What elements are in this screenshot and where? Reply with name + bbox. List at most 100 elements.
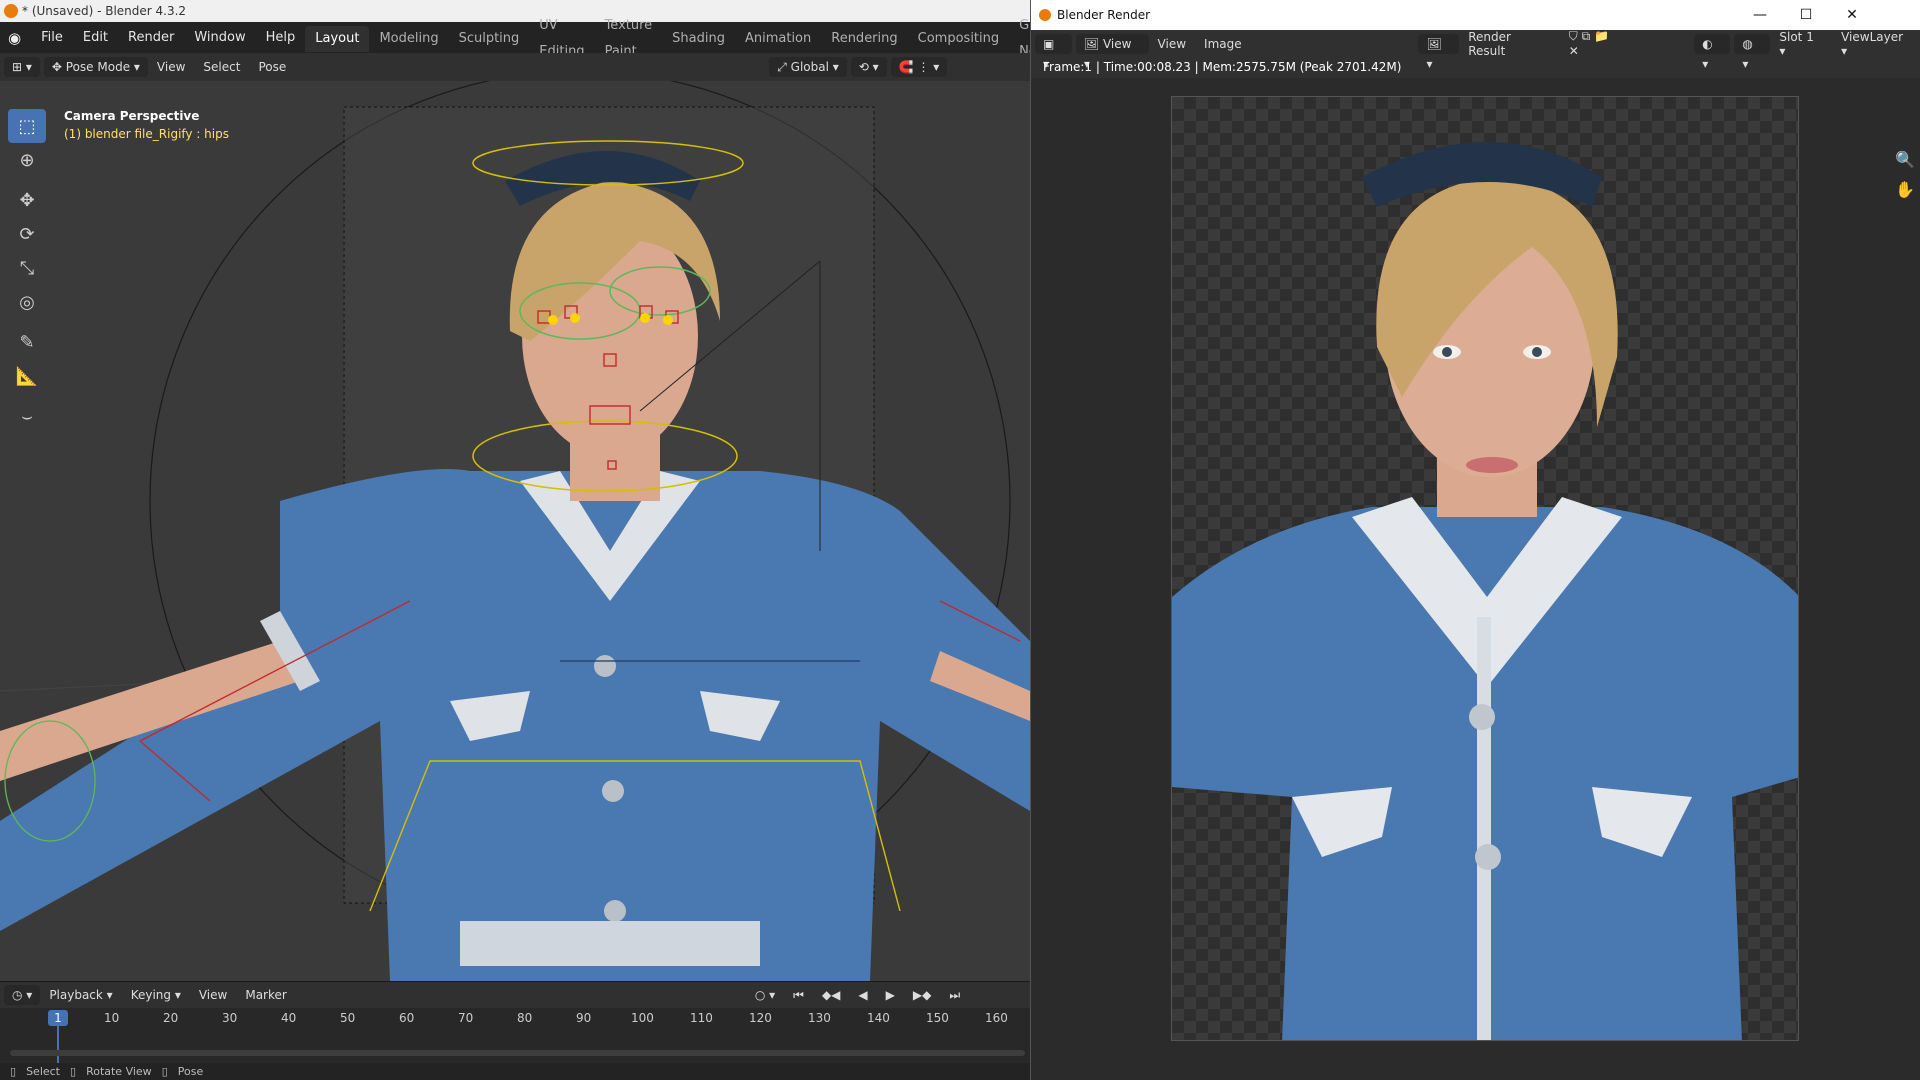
view-mode-selector[interactable]: 🖼 View ▾ bbox=[1075, 33, 1149, 71]
prev-keyframe-icon[interactable]: ◆◀ bbox=[813, 988, 849, 1002]
timeline-tick: 150 bbox=[926, 1011, 949, 1025]
measure-icon[interactable]: 📐 bbox=[8, 359, 46, 393]
gizmo-icon[interactable]: ◍ ▾ bbox=[1734, 33, 1771, 71]
menu-window[interactable]: Window bbox=[184, 22, 255, 53]
current-frame-indicator[interactable]: 1 bbox=[48, 1010, 68, 1026]
play-reverse-icon[interactable]: ◀ bbox=[849, 988, 876, 1002]
relax-icon[interactable]: ⌣ bbox=[8, 399, 46, 433]
tab-compositing[interactable]: Compositing bbox=[908, 26, 1010, 52]
image-editor-header: ▣ ▾ 🖼 View ▾ View Image 🖼 ▾ Render Resul… bbox=[1031, 29, 1920, 71]
fake-user-icon[interactable]: ⛉ ⧉ 📁 ✕ bbox=[1560, 29, 1631, 58]
timeline-tick: 70 bbox=[458, 1011, 474, 1025]
timeline-tick: 50 bbox=[340, 1011, 356, 1025]
image-browse-icon[interactable]: 🖼 ▾ bbox=[1418, 33, 1460, 71]
timeline-tick: 100 bbox=[631, 1011, 654, 1025]
blender-main-window: * (Unsaved) - Blender 4.3.2 ◉ File Edit … bbox=[0, 0, 1084, 1080]
slot-label: Slot 1 bbox=[1779, 29, 1814, 44]
tab-shading[interactable]: Shading bbox=[662, 26, 735, 52]
view-mode-label: View bbox=[1102, 36, 1132, 51]
3d-viewport[interactable]: Camera Perspective (1) blender file_Rigi… bbox=[0, 81, 1030, 981]
menu-render[interactable]: Render bbox=[118, 22, 184, 53]
main-title-bar: * (Unsaved) - Blender 4.3.2 bbox=[0, 0, 1030, 22]
orientation-selector[interactable]: ⤢ Global ▾ bbox=[769, 57, 847, 77]
status-mouse-left-icon: ▯ bbox=[10, 1065, 17, 1078]
view-layer-selector[interactable]: ViewLayer ▾ bbox=[1832, 30, 1920, 58]
cursor-icon[interactable]: ⊕ bbox=[8, 143, 46, 177]
viewport-menu-select[interactable]: Select bbox=[194, 60, 249, 74]
timeline-menu-playback[interactable]: Playback ▾ bbox=[40, 988, 121, 1002]
next-keyframe-icon[interactable]: ▶◆ bbox=[904, 988, 940, 1002]
timeline-tick: 10 bbox=[104, 1011, 120, 1025]
main-window-title: * (Unsaved) - Blender 4.3.2 bbox=[22, 4, 187, 18]
timeline-tick: 60 bbox=[399, 1011, 415, 1025]
timeline-tick: 120 bbox=[749, 1011, 772, 1025]
viewport-header: ⊞ ▾ ✥ Pose Mode ▾ View Select Pose ⤢ Glo… bbox=[0, 53, 1030, 81]
mode-selector[interactable]: ✥ Pose Mode ▾ bbox=[43, 57, 148, 77]
viewport-scene bbox=[0, 81, 1030, 981]
timeline-menu-keying[interactable]: Keying ▾ bbox=[122, 988, 190, 1002]
menu-file[interactable]: File bbox=[31, 22, 73, 53]
image-name-field[interactable]: Render Result bbox=[1459, 30, 1560, 58]
move-icon[interactable]: ✥ bbox=[8, 183, 46, 217]
render-window: Blender Render — ☐ ✕ ▣ ▾ 🖼 View ▾ View I… bbox=[1030, 0, 1920, 1080]
zoom-icon[interactable]: 🔍 bbox=[1895, 150, 1915, 180]
timeline-scrollbar[interactable] bbox=[10, 1050, 1025, 1056]
render-image-figure bbox=[1172, 142, 1798, 1040]
scale-icon[interactable]: ⤡ bbox=[8, 251, 46, 285]
close-icon[interactable]: ✕ bbox=[1829, 0, 1875, 30]
active-object-label: (1) blender file_Rigify : hips bbox=[64, 127, 229, 141]
timeline-tick: 40 bbox=[281, 1011, 297, 1025]
viewport-menu-view[interactable]: View bbox=[148, 60, 194, 74]
tab-sculpting[interactable]: Sculpting bbox=[449, 26, 530, 52]
render-window-title: Blender Render bbox=[1057, 8, 1151, 22]
editor-type-button[interactable]: ⊞ ▾ bbox=[4, 57, 40, 77]
playhead-line bbox=[57, 1026, 59, 1063]
menu-edit[interactable]: Edit bbox=[73, 22, 118, 53]
jump-start-icon[interactable]: ⏮ bbox=[784, 988, 813, 1003]
render-image-area[interactable]: 🔍 ✋ bbox=[1031, 78, 1920, 1080]
slot-selector[interactable]: Slot 1 ▾ bbox=[1770, 30, 1832, 58]
timeline-menu-view[interactable]: View bbox=[190, 988, 236, 1002]
tab-animation[interactable]: Animation bbox=[735, 26, 821, 52]
pan-hand-icon[interactable]: ✋ bbox=[1895, 180, 1915, 210]
maximize-icon[interactable]: ☐ bbox=[1783, 0, 1829, 30]
timeline-menu-marker[interactable]: Marker bbox=[236, 988, 295, 1002]
jump-end-icon[interactable]: ⏭ bbox=[940, 988, 969, 1003]
viewport-menu-pose[interactable]: Pose bbox=[249, 60, 295, 74]
timeline-tick: 160 bbox=[985, 1011, 1008, 1025]
transform-icon[interactable]: ◎ bbox=[8, 285, 46, 319]
tab-layout[interactable]: Layout bbox=[305, 26, 370, 52]
render-title-bar: Blender Render — ☐ ✕ bbox=[1031, 0, 1920, 30]
timeline-tick: 20 bbox=[163, 1011, 179, 1025]
image-editor-type-icon[interactable]: ▣ ▾ bbox=[1035, 33, 1072, 71]
rotate-icon[interactable]: ⟳ bbox=[8, 217, 46, 251]
tab-modeling[interactable]: Modeling bbox=[369, 26, 448, 52]
timeline-editor-icon[interactable]: ◷ ▾ bbox=[4, 985, 41, 1005]
blender-logo-icon bbox=[4, 4, 18, 18]
status-select: Select bbox=[26, 1065, 60, 1078]
timeline-tick: 80 bbox=[517, 1011, 533, 1025]
image-menu-image[interactable]: Image bbox=[1195, 37, 1251, 51]
timeline[interactable]: 1 10 20 30 40 50 60 70 80 90 100 110 120… bbox=[0, 1008, 1030, 1063]
image-menu-view[interactable]: View bbox=[1149, 37, 1195, 51]
record-icon[interactable]: ○ ▾ bbox=[746, 988, 784, 1002]
minimize-icon[interactable]: — bbox=[1737, 0, 1783, 30]
play-icon[interactable]: ▶ bbox=[877, 988, 904, 1002]
timeline-tick: 130 bbox=[808, 1011, 831, 1025]
blender-menu-icon[interactable]: ◉ bbox=[8, 28, 21, 48]
status-mouse-right-icon: ▯ bbox=[161, 1065, 168, 1078]
timeline-menu-keying-label: Keying bbox=[130, 988, 172, 1002]
select-box-icon[interactable]: ⬚ bbox=[8, 109, 46, 143]
annotate-icon[interactable]: ✎ bbox=[8, 325, 46, 359]
pivot-icon[interactable]: ⟲ ▾ bbox=[850, 57, 887, 77]
timeline-tick: 90 bbox=[576, 1011, 592, 1025]
view-layer-label: ViewLayer bbox=[1841, 29, 1904, 44]
mode-label: Pose Mode bbox=[65, 60, 131, 74]
overlay-icon[interactable]: ◐ ▾ bbox=[1694, 33, 1731, 71]
tab-rendering[interactable]: Rendering bbox=[821, 26, 907, 52]
status-bar: ▯ Select ▯ Rotate View ▯ Pose bbox=[0, 1063, 1030, 1080]
render-nav-tools: 🔍 ✋ bbox=[1895, 150, 1915, 210]
menu-help[interactable]: Help bbox=[256, 22, 306, 53]
snap-icon[interactable]: 🧲 ⋮ ▾ bbox=[890, 57, 948, 77]
tool-shelf: ⬚ ⊕ ✥ ⟳ ⤡ ◎ ✎ 📐 ⌣ bbox=[8, 109, 46, 433]
